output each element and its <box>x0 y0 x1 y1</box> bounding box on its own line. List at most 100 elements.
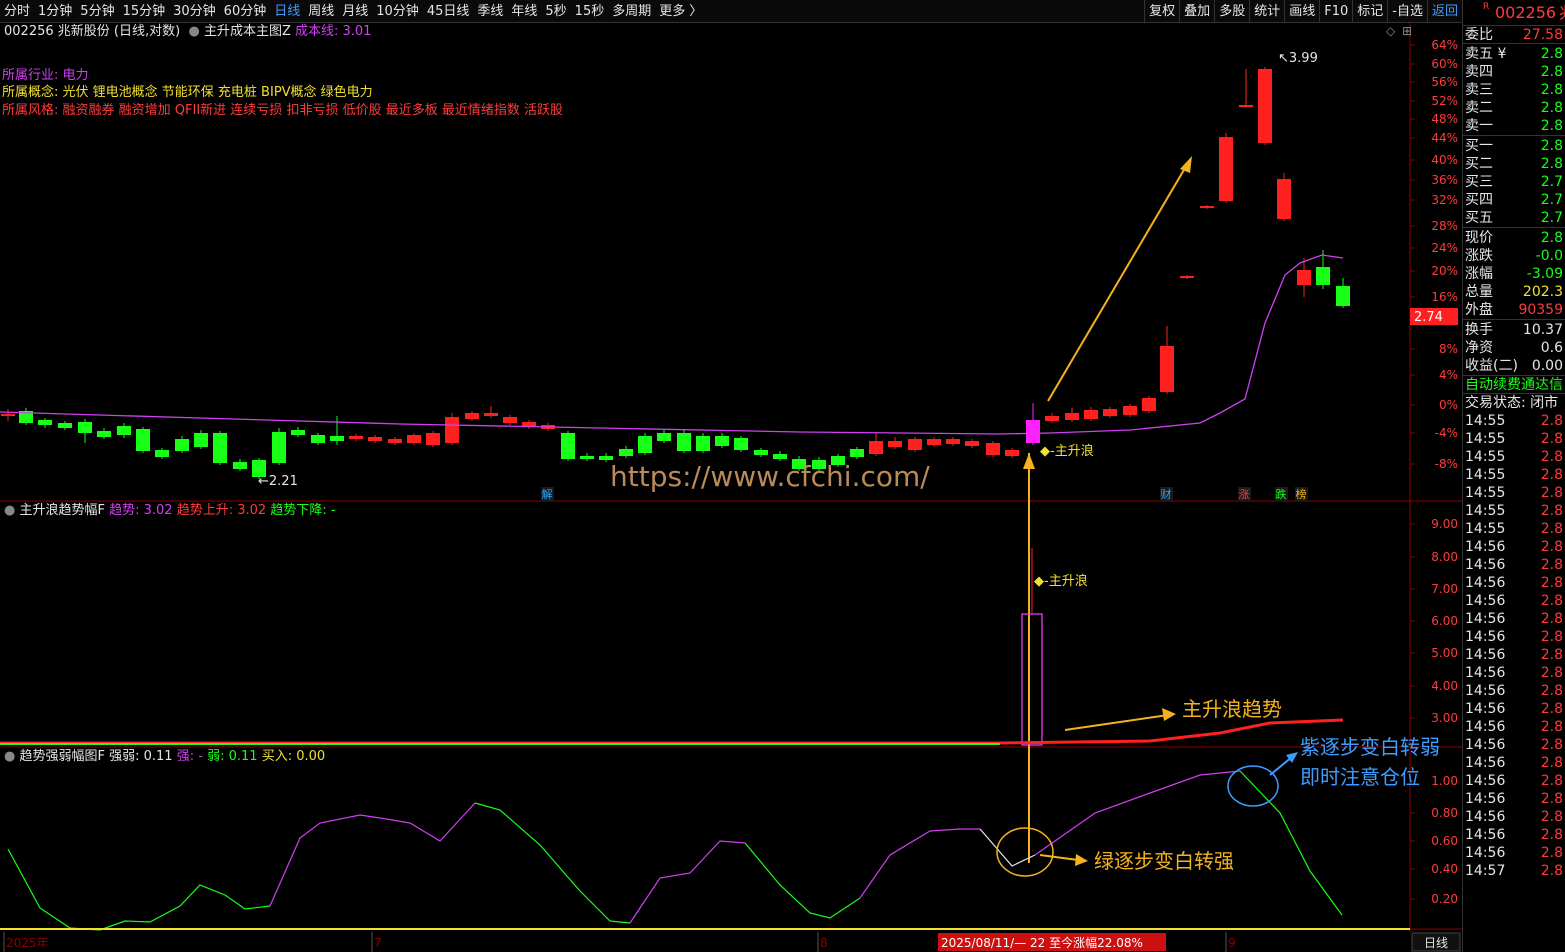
tool-button[interactable]: 复权 <box>1144 0 1179 22</box>
candle-body <box>1200 206 1214 208</box>
p3-tick-label: 0.20 <box>1431 892 1458 906</box>
stat-row: 换手 10.37 <box>1463 321 1565 339</box>
candle-body <box>1180 276 1194 278</box>
tool-button[interactable]: 画线 <box>1284 0 1319 22</box>
tick-time: 14:57 <box>1465 863 1506 879</box>
period-tab[interactable]: 更多 〉 <box>655 0 706 22</box>
fee-row[interactable]: 自动续费通达信 <box>1463 376 1565 394</box>
period-tab[interactable]: 5分钟 <box>76 0 118 22</box>
period-tab[interactable]: 多周期 <box>608 0 655 22</box>
main-panel-header: 002256 兆新股份 (日线,对数) ● 主升成本主图Z 成本线: 3.01 <box>4 23 371 41</box>
p3-strength-line <box>629 840 746 924</box>
period-tab[interactable]: 季线 <box>473 0 507 22</box>
period-tab[interactable]: 15秒 <box>571 0 609 22</box>
period-tab[interactable]: 5秒 <box>541 0 570 22</box>
panel2-dot-icon[interactable]: ● <box>4 503 15 518</box>
candle-body <box>1316 267 1330 285</box>
watermark-text: https://www.cfchi.com/ <box>610 460 930 493</box>
tick-time: 14:56 <box>1465 791 1506 807</box>
p2-tick-label: 9.00 <box>1431 517 1458 531</box>
panel3-strong: 强: - <box>176 749 203 764</box>
quote-row: 外盘 90359 <box>1463 301 1565 319</box>
panel3-dot-icon[interactable]: ● <box>4 749 15 764</box>
tool-button[interactable]: -自选 <box>1387 0 1427 22</box>
candle-body <box>175 439 189 451</box>
ratio-row: 委比 27.58 <box>1463 26 1565 44</box>
p2-annotation: 主升浪趋势 <box>1182 697 1282 721</box>
tick-row: 14:56 2.8 <box>1463 538 1565 556</box>
p2-tick-label: 6.00 <box>1431 614 1458 628</box>
tick-list[interactable]: 14:55 2.8 14:55 2.8 14:55 2.8 14:55 2.8 14:55 2.8… <box>1463 412 1565 880</box>
sell-label: 卖四 <box>1465 64 1493 80</box>
period-tab[interactable]: 日线 <box>270 0 304 22</box>
period-toolbar: 分时 1分钟 5分钟 15分钟 30分钟 60分钟 日线 周线 月线 10分钟 45日线 季线 年线 5秒… <box>0 0 1462 23</box>
bottom-axis-bg <box>0 932 1462 952</box>
period-tab[interactable]: 60分钟 <box>220 0 271 22</box>
period-tab[interactable]: 45日线 <box>423 0 474 22</box>
period-tab[interactable]: 15分钟 <box>119 0 170 22</box>
capital-stats: 换手 10.37 净资 0.6 收益(二) 0.00 <box>1463 320 1565 376</box>
panel2-up: 趋势上升: 3.02 <box>176 503 267 518</box>
tool-button[interactable]: 叠加 <box>1179 0 1214 22</box>
quote-row: 总量 202.3 <box>1463 283 1565 301</box>
y-tick-label: 28% <box>1431 219 1458 233</box>
candle-body <box>927 439 941 445</box>
indicator-dot-icon[interactable]: ● <box>184 24 199 39</box>
candle-body <box>368 437 382 441</box>
candle-body <box>773 454 787 459</box>
candle-body <box>1065 413 1079 420</box>
chart-area[interactable]: 64% 60% 56% 52% 48% 44% 40% 36% 32% 28% 24% 20% 16% 8… <box>0 23 1462 952</box>
tool-button[interactable]: 标记 <box>1352 0 1387 22</box>
tool-button[interactable]: 统计 <box>1249 0 1284 22</box>
tick-price: 2.8 <box>1540 431 1563 447</box>
event-tag: 涨 <box>1239 488 1250 501</box>
sell-label: 卖二 <box>1465 100 1493 116</box>
sell-row: 卖四 2.8 <box>1463 63 1565 81</box>
period-tab[interactable]: 30分钟 <box>169 0 220 22</box>
buy-row: 买四 2.7 <box>1463 191 1565 209</box>
tick-time: 14:56 <box>1465 701 1506 717</box>
period-tab[interactable]: 1分钟 <box>34 0 76 22</box>
indicator-name[interactable]: 主升成本主图Z <box>204 24 291 39</box>
tool-button[interactable]: 多股 <box>1214 0 1249 22</box>
tick-price: 2.8 <box>1540 665 1563 681</box>
strong-circle <box>996 827 1054 877</box>
candle-body <box>78 422 92 433</box>
period-tab[interactable]: 10分钟 <box>372 0 423 22</box>
panel2-title[interactable]: 主升浪趋势幅F <box>19 503 104 518</box>
y-tick-label: 48% <box>1431 112 1458 126</box>
tick-time: 14:56 <box>1465 683 1506 699</box>
tool-button[interactable]: F10 <box>1319 0 1352 22</box>
y-tick-label: 36% <box>1431 173 1458 187</box>
period-tab[interactable]: 年线 <box>507 0 541 22</box>
stat-label: 换手 <box>1465 322 1493 338</box>
buy-value: 2.8 <box>1540 138 1563 154</box>
p3-strength-line <box>744 842 861 919</box>
tick-time: 14:56 <box>1465 827 1506 843</box>
tick-row: 14:56 2.8 <box>1463 592 1565 610</box>
tick-row: 14:56 2.8 <box>1463 682 1565 700</box>
tool-button[interactable]: 返回 <box>1426 0 1462 22</box>
period-tab[interactable]: 分时 <box>0 0 34 22</box>
y-tick-label: -8% <box>1435 457 1458 471</box>
candle-body <box>58 423 72 428</box>
x-axis-label: 8 <box>820 936 828 950</box>
quote-value: 2.8 <box>1540 230 1563 246</box>
candle-body <box>1 414 15 416</box>
tick-price: 2.8 <box>1540 701 1563 717</box>
candle-body <box>272 432 286 463</box>
period-tab[interactable]: 周线 <box>304 0 338 22</box>
tick-time: 14:55 <box>1465 431 1506 447</box>
tick-row: 14:56 2.8 <box>1463 736 1565 754</box>
tick-row: 14:55 2.8 <box>1463 520 1565 538</box>
period-tab[interactable]: 月线 <box>338 0 372 22</box>
panel3-title[interactable]: 趋势强弱幅图F <box>19 749 104 764</box>
p3-strength-line <box>1239 770 1343 916</box>
cost-line-value: 成本线: 3.01 <box>294 24 372 39</box>
panel3-buy: 买入: 0.00 <box>261 749 326 764</box>
quote-label: 涨跌 <box>1465 248 1493 264</box>
buy-book: 买一 2.8 买二 2.8 买三 2.7 买四 2.7 买五 2.7 <box>1463 136 1565 228</box>
stat-label: 收益(二) <box>1465 358 1518 374</box>
fee-text[interactable]: 自动续费通达信 <box>1465 376 1563 394</box>
quote-code[interactable]: 002256 <box>1495 0 1556 26</box>
